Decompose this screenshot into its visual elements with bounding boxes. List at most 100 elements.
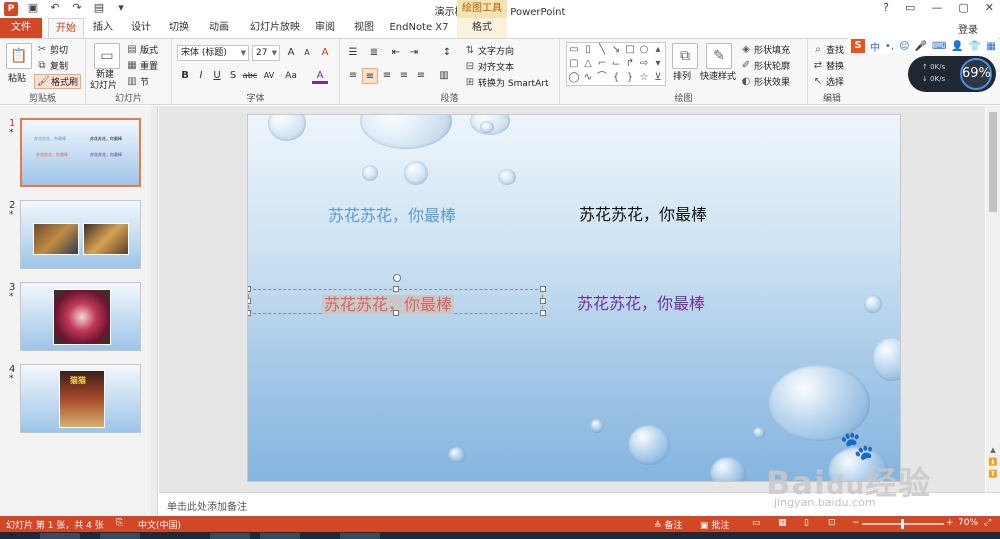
font-color-button[interactable]: A — [312, 68, 328, 84]
customize-qat-icon[interactable]: ▾ — [114, 1, 128, 14]
ribbon-display-icon[interactable]: ▭ — [905, 1, 915, 14]
font-name-combo[interactable]: 宋体 (标题) ▼ — [177, 45, 249, 61]
close-icon[interactable]: ✕ — [985, 1, 994, 14]
shape-effects-button[interactable]: ◐ 形状效果 — [740, 75, 790, 89]
tab-home[interactable]: 开始 — [48, 18, 84, 39]
arrange-button[interactable]: 排列 — [673, 69, 691, 82]
taskbar-item[interactable] — [260, 533, 300, 539]
tab-transitions[interactable]: 切换 — [164, 18, 194, 38]
paste-icon[interactable]: 📋 — [6, 43, 32, 69]
expand-icon[interactable]: ⊻ — [651, 71, 665, 85]
selected-text[interactable]: 苏花苏花，你最棒 — [322, 291, 455, 315]
align-center-icon[interactable]: ≡ — [362, 68, 378, 84]
taskbar-item[interactable] — [40, 533, 80, 539]
cut-button[interactable]: ✂ 剪切 — [36, 43, 68, 57]
rounded-rect-icon[interactable]: ▢ — [567, 57, 581, 71]
start-slideshow-icon[interactable]: ▤ — [92, 1, 106, 14]
restore-icon[interactable]: ▢ — [958, 1, 968, 14]
taskbar-item[interactable] — [340, 533, 380, 539]
save-icon[interactable]: ▣ — [26, 1, 40, 14]
vtextbox-shape-icon[interactable]: ▯ — [581, 43, 595, 57]
slide-scrollbar[interactable]: ▲ ⏫ ⏬ — [986, 106, 1000, 492]
resize-handle-t[interactable] — [393, 286, 399, 292]
network-speed-widget[interactable]: ↑ 0K/s ↓ 0K/s 69% — [908, 56, 996, 92]
distributed-icon[interactable]: ≡ — [413, 68, 429, 84]
star-shape-icon[interactable]: ☆ — [637, 71, 651, 85]
new-slide-dropdown[interactable]: 幻灯片 — [90, 78, 117, 91]
emoji-icon[interactable]: ☺ — [899, 41, 909, 52]
increase-indent-icon[interactable]: ⇥ — [406, 45, 422, 61]
notes-toggle[interactable]: ≜ 备注 — [654, 518, 682, 531]
decrease-indent-icon[interactable]: ⇤ — [388, 45, 404, 61]
underline-button[interactable]: U — [209, 68, 225, 84]
thumbnails-scrollbar[interactable] — [151, 106, 157, 516]
resize-handle-l[interactable] — [248, 298, 251, 304]
slideshow-view-icon[interactable]: ⊡ — [828, 518, 836, 528]
strikethrough-button[interactable]: abc — [241, 68, 259, 84]
undo-icon[interactable]: ↶ — [48, 1, 62, 14]
minimize-icon[interactable]: — — [931, 1, 942, 14]
spellcheck-icon[interactable]: ⎘ — [116, 518, 123, 528]
slide-thumbnail-1[interactable]: 苏花苏花，你最棒 苏花苏花，你最棒 苏花苏花，你最棒 苏花苏花，你最棒 — [20, 118, 141, 187]
reading-view-icon[interactable]: ▯ — [804, 518, 809, 528]
menu-grid-icon[interactable]: ▦ — [986, 41, 995, 52]
slide-text-top-right[interactable]: 苏花苏花，你最棒 — [579, 201, 707, 225]
triangle-icon[interactable]: △ — [581, 57, 595, 71]
slide-thumbnail-2[interactable] — [20, 200, 141, 269]
arc-icon[interactable]: ⌒ — [595, 71, 609, 85]
scrollbar-thumb[interactable] — [989, 112, 997, 212]
italic-button[interactable]: I — [193, 68, 209, 84]
oval-shape-icon[interactable]: ○ — [637, 43, 651, 57]
zoom-level[interactable]: 70% — [958, 518, 978, 528]
skin-icon[interactable]: 👕 — [969, 41, 981, 52]
slide-thumbnail-4[interactable]: 猫猫 — [20, 364, 141, 433]
shrink-font-button[interactable]: A — [299, 45, 315, 61]
redo-icon[interactable]: ↷ — [70, 1, 84, 14]
justify-icon[interactable]: ≡ — [396, 68, 412, 84]
align-right-icon[interactable]: ≡ — [379, 68, 395, 84]
resize-handle-bl[interactable] — [248, 310, 251, 316]
tab-animations[interactable]: 动画 — [204, 18, 234, 38]
quick-styles-icon[interactable]: ✎ — [706, 43, 732, 69]
shapes-gallery[interactable]: ▭ ▯ ╲ ↘ □ ○ ▴ ▢ △ ⌐ ⌙ ↱ ⇨ ▾ ◯ ∿ ⌒{} ☆ ⊻ — [566, 42, 666, 86]
scroll-down-icon[interactable]: ▾ — [651, 57, 665, 71]
taskbar-item[interactable] — [100, 533, 140, 539]
char-spacing-button[interactable]: AV — [260, 68, 278, 84]
shadow-button[interactable]: S — [225, 68, 241, 84]
slide-text-top-left[interactable]: 苏花苏花，你最棒 — [328, 202, 456, 226]
user-icon[interactable]: 👤 — [951, 41, 963, 52]
fit-slide-icon[interactable]: ⤢ — [984, 518, 991, 528]
resize-handle-br[interactable] — [540, 310, 546, 316]
zoom-in-icon[interactable]: + — [946, 518, 954, 528]
resize-handle-tr[interactable] — [540, 286, 546, 292]
align-text-button[interactable]: ⊟ 对齐文本 — [464, 60, 514, 74]
paste-button[interactable]: 粘贴 — [8, 71, 26, 84]
clear-format-button[interactable]: A — [317, 45, 333, 61]
notes-pane[interactable]: 单击此处添加备注 — [159, 492, 1000, 516]
change-case-button[interactable]: Aa — [282, 68, 300, 84]
new-slide-icon[interactable]: ▭ — [94, 43, 120, 69]
slide-canvas[interactable]: 苏花苏花，你最棒 苏花苏花，你最棒 苏花苏花，你最棒 苏花苏花，你最棒 — [247, 114, 901, 482]
shape-fill-button[interactable]: ◈ 形状填充 — [740, 43, 790, 57]
microphone-icon[interactable]: 🎤 — [915, 41, 927, 52]
reset-button[interactable]: ▦ 重置 — [126, 59, 158, 73]
help-icon[interactable]: ? — [883, 1, 889, 14]
notes-placeholder[interactable]: 单击此处添加备注 — [167, 498, 247, 513]
format-painter-button[interactable]: 🖌 格式刷 — [34, 74, 82, 89]
tab-view[interactable]: 视图 — [349, 18, 379, 38]
align-left-icon[interactable]: ≡ — [345, 68, 361, 84]
normal-view-icon[interactable]: ▭ — [752, 518, 761, 528]
tab-format[interactable]: 格式 — [457, 18, 507, 38]
slide-sorter-icon[interactable]: ▦ — [778, 518, 787, 528]
tab-insert[interactable]: 插入 — [88, 18, 118, 38]
smartart-button[interactable]: ⊞ 转换为 SmartArt — [464, 76, 549, 90]
bold-button[interactable]: B — [177, 68, 193, 84]
line-spacing-icon[interactable]: ↕ — [439, 45, 455, 61]
brace-icon[interactable]: { — [609, 71, 623, 85]
numbering-icon[interactable]: ≣ — [366, 45, 382, 61]
tab-design[interactable]: 设计 — [126, 18, 156, 38]
layout-button[interactable]: ▤ 版式 — [126, 43, 158, 57]
text-direction-button[interactable]: ⇅ 文字方向 — [464, 44, 514, 58]
slide-text-bottom-right[interactable]: 苏花苏花，你最棒 — [577, 290, 705, 314]
grow-font-button[interactable]: A — [283, 45, 299, 61]
